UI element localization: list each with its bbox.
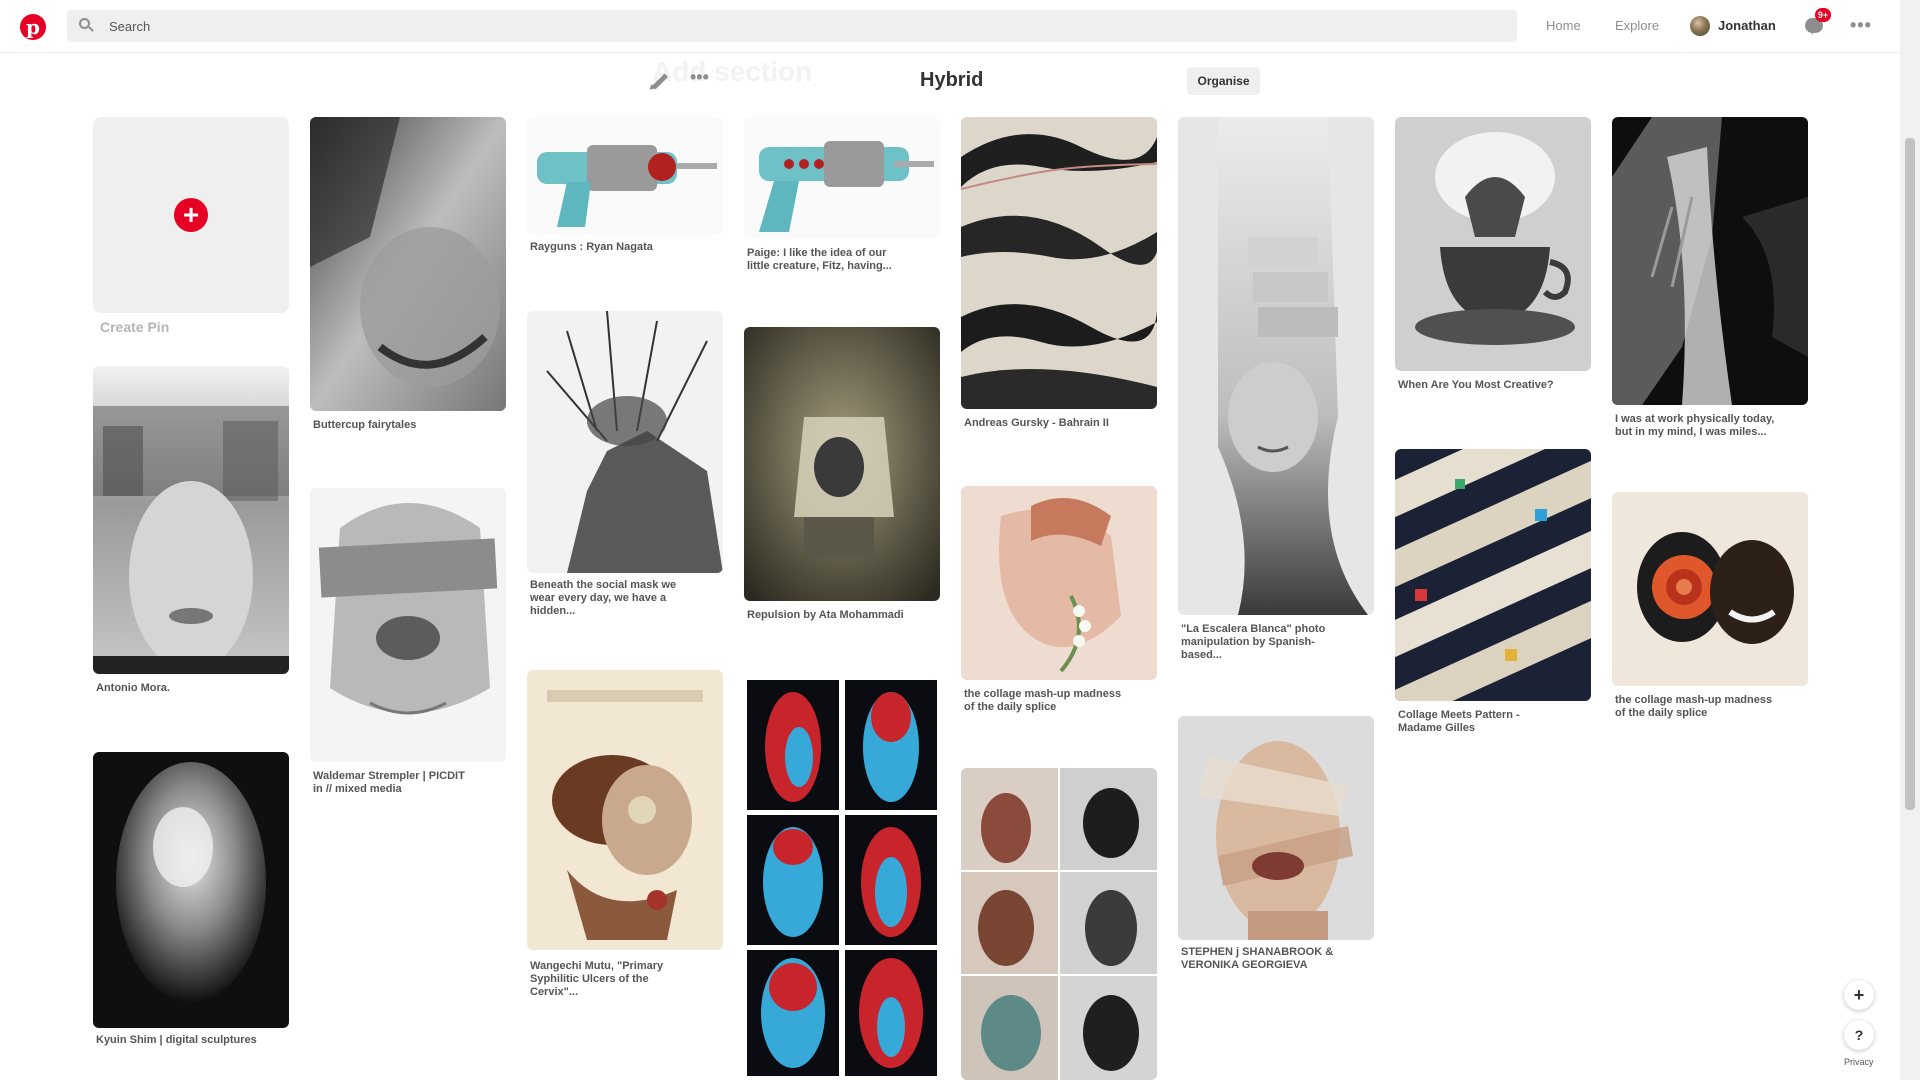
messages-button[interactable]: 9+ [1805, 8, 1831, 36]
create-pin-tile[interactable]: + [93, 117, 289, 313]
pin-image[interactable] [961, 117, 1157, 409]
search-input[interactable] [109, 10, 1489, 42]
pin-card[interactable]: Kyuin Shim | digital sculptures [93, 752, 289, 1052]
pin-image[interactable] [961, 486, 1157, 680]
pin-caption-line: Buttercup fairytales [313, 419, 417, 431]
pin-caption-line: Rayguns : Ryan Nagata [530, 241, 653, 253]
pin-image[interactable] [1395, 117, 1591, 371]
pin-card[interactable]: the collage mash-up madness of the daily… [961, 486, 1157, 726]
pin-image[interactable] [744, 677, 940, 1079]
pin-image[interactable] [1395, 449, 1591, 701]
pin-caption-line: Madame Gilles [1398, 722, 1476, 734]
pin-caption-line: Paige: I like the idea of our [747, 247, 887, 259]
pin-caption-line: Collage Meets Pattern - [1398, 709, 1520, 721]
pin-image[interactable] [93, 366, 289, 674]
pin-caption-line: Waldemar Strempler | PICDIT [313, 770, 465, 782]
pin-card[interactable]: Antonio Mora. [93, 366, 289, 696]
notification-badge: 9+ [1815, 8, 1831, 22]
pin-caption-line: manipulation by Spanish- [1181, 636, 1315, 648]
pin-card[interactable]: Beneath the social mask we wear every da… [527, 311, 723, 631]
pin-caption-line: Andreas Gursky - Bahrain II [964, 417, 1109, 429]
help-button[interactable]: ? [1844, 1020, 1874, 1050]
pin-caption-line: Repulsion by Ata Mohammadi [747, 609, 904, 621]
nav-home-link[interactable]: Home [1546, 18, 1581, 33]
pin-card[interactable]: Wangechi Mutu, "Primary Syphilitic Ulcer… [527, 670, 723, 1000]
nav-explore-link[interactable]: Explore [1615, 18, 1659, 33]
pin-card[interactable]: Repulsion by Ata Mohammadi [744, 327, 940, 627]
pin-card[interactable]: STEPHEN j SHANABROOK & VERONIKA GEORGIEV… [1178, 716, 1374, 976]
pin-caption-line: Syphilitic Ulcers of the [530, 973, 649, 985]
add-section-ghost-text: Add section [652, 56, 813, 87]
search-bar[interactable] [67, 10, 1517, 42]
privacy-link[interactable]: Privacy [1844, 1057, 1874, 1067]
avatar [1690, 16, 1710, 36]
organise-button[interactable]: Organise [1187, 67, 1260, 95]
pin-caption-line: little creature, Fitz, having... [747, 260, 892, 272]
pin-caption-line: Antonio Mora. [96, 682, 170, 694]
pin-caption-line: of the daily splice [1615, 707, 1708, 719]
create-pin-label[interactable]: Create Pin [100, 319, 169, 335]
pin-caption-line: wear every day, we have a [530, 592, 667, 604]
pin-caption-line: I was at work physically today, [1615, 413, 1775, 425]
add-plus-icon: + [174, 198, 208, 232]
pin-card[interactable] [744, 677, 940, 1079]
pin-image[interactable] [527, 311, 723, 573]
user-name: Jonathan [1718, 18, 1776, 33]
pin-card[interactable]: "La Escalera Blanca" photo manipulation … [1178, 117, 1374, 677]
pin-image[interactable] [527, 670, 723, 950]
pin-image[interactable] [1178, 716, 1374, 940]
pin-card[interactable]: Waldemar Strempler | PICDIT in // mixed … [310, 488, 506, 798]
pin-image[interactable] [310, 117, 506, 411]
pin-caption-line: STEPHEN j SHANABROOK & [1181, 946, 1334, 958]
pin-image[interactable] [1612, 117, 1808, 405]
pin-caption-line: hidden... [530, 605, 576, 617]
pin-image[interactable] [93, 752, 289, 1028]
pin-card[interactable]: When Are You Most Creative? [1395, 117, 1591, 397]
pin-image[interactable] [310, 488, 506, 762]
pin-card[interactable]: Paige: I like the idea of our little cre… [744, 117, 940, 277]
pin-card[interactable]: the collage mash-up madness of the daily… [1612, 492, 1808, 732]
board-title: Hybrid [920, 69, 984, 91]
pin-caption-line: Beneath the social mask we [530, 579, 677, 591]
pin-image[interactable] [961, 768, 1157, 1080]
pin-caption-line: Cervix"... [530, 986, 579, 998]
search-icon [79, 18, 95, 34]
pin-card[interactable]: I was at work physically today, but in m… [1612, 117, 1808, 447]
pin-caption-line: the collage mash-up madness [1615, 694, 1773, 706]
pin-caption-line: When Are You Most Creative? [1398, 379, 1554, 391]
pin-card[interactable]: Collage Meets Pattern - Madame Gilles [1395, 449, 1591, 739]
pin-image[interactable] [527, 117, 723, 235]
add-plus-button[interactable]: + [1844, 980, 1874, 1010]
pin-card[interactable]: Buttercup fairytales [310, 117, 506, 437]
pin-card[interactable]: Andreas Gursky - Bahrain II [961, 117, 1157, 437]
pin-image[interactable] [1178, 117, 1374, 615]
pin-image[interactable] [744, 327, 940, 601]
pin-caption-line: of the daily splice [964, 701, 1057, 713]
pin-image[interactable] [1612, 492, 1808, 686]
pin-card[interactable] [961, 768, 1157, 1080]
pin-caption-line: VERONIKA GEORGIEVA [1181, 959, 1308, 971]
top-navigation-bar: p Home Explore Jonathan 9+ ••• [0, 0, 1900, 53]
pin-image[interactable] [744, 117, 940, 239]
edit-pencil-icon[interactable] [647, 70, 670, 92]
pin-caption-line: based... [1181, 649, 1222, 661]
pin-caption-line: the collage mash-up madness [964, 688, 1122, 700]
pinterest-logo-icon[interactable]: p [20, 14, 46, 40]
more-options-icon[interactable]: ••• [1850, 16, 1872, 34]
page-scrollbar[interactable] [1900, 0, 1920, 1080]
pin-caption-line: but in my mind, I was miles... [1615, 426, 1767, 438]
pin-caption-line: Wangechi Mutu, "Primary [530, 960, 664, 972]
scrollbar-thumb[interactable] [1905, 138, 1915, 810]
pin-caption-line: Kyuin Shim | digital sculptures [96, 1034, 257, 1046]
pin-caption-line: "La Escalera Blanca" photo [1181, 623, 1326, 635]
pin-card[interactable]: Rayguns : Ryan Nagata [527, 117, 723, 257]
pin-caption-line: in // mixed media [313, 783, 402, 795]
board-more-icon[interactable]: ••• [690, 68, 709, 86]
